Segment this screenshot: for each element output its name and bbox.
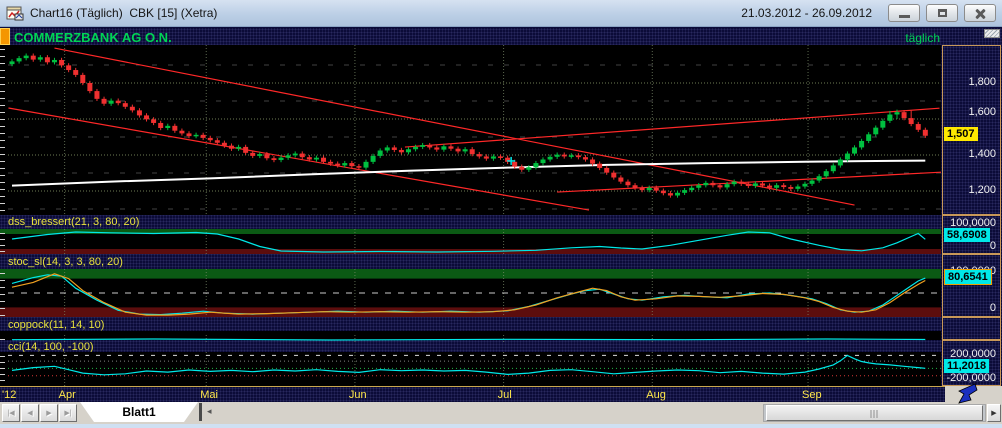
titlebar[interactable]: Chart16 (Täglich) CBK [15] (Xetra) 21.03… <box>0 0 1002 27</box>
close-button[interactable] <box>964 4 996 22</box>
coppock-pane[interactable] <box>0 331 941 344</box>
dss-bressert-pane[interactable] <box>0 229 941 254</box>
dss-axis-bottom: 0 <box>989 240 996 252</box>
x-axis-month-label: Mai <box>200 389 218 401</box>
cci-pane[interactable] <box>0 352 941 386</box>
stochastic-axis-panel: 100,0000 0 80,6541 <box>942 254 1001 317</box>
series-color-marker <box>0 28 10 45</box>
minimize-icon <box>898 15 910 18</box>
restore-button[interactable] <box>926 4 958 22</box>
x-axis-month-label: Jul <box>497 389 512 401</box>
tab-prev-button[interactable]: ◀ <box>21 404 39 422</box>
price-tick-label: 1,600 <box>968 106 996 118</box>
chart-client-area: COMMERZBANK AG O.N. täglich dss_bressert… <box>0 28 1002 402</box>
sheet-tab-bar: |◀ ◀ ▶ ▶| Blatt1 ◂ ▶ <box>0 402 1002 424</box>
scroll-right-button[interactable]: ▶ <box>987 404 1001 422</box>
dss-axis-panel: 100,0000 0 58,6908 <box>942 215 1001 254</box>
x-axis-month-label: Jun <box>348 389 367 401</box>
stoc-axis-bottom: 0 <box>989 302 996 314</box>
cci-axis-bottom: -200,0000 <box>946 372 996 384</box>
chart-application-window: Chart16 (Täglich) CBK [15] (Xetra) 21.03… <box>0 0 1002 428</box>
x-axis-month-label: Sep <box>802 389 822 401</box>
window-title: Chart16 (Täglich) CBK [15] (Xetra) <box>30 6 218 20</box>
x-axis-month-label: Apr <box>58 389 76 401</box>
time-axis: '12 Apr Mai Jun Jul Aug Sep <box>0 386 945 402</box>
indicator-label-stochastic: stoc_sl(14, 3, 3, 80, 20) <box>8 256 123 268</box>
price-tick-label: 1,800 <box>968 76 996 88</box>
stochastic-pane[interactable] <box>0 269 941 317</box>
close-icon <box>975 8 986 19</box>
splitter-handle-icon[interactable] <box>984 29 1000 38</box>
stoc-value-badge: 80,6541 <box>944 269 992 285</box>
tab-strip-end <box>199 403 202 421</box>
axis-corner <box>945 386 1002 402</box>
minimize-button[interactable] <box>888 4 920 22</box>
tab-first-button[interactable]: |◀ <box>2 404 20 422</box>
cci-value-badge: 11,2018 <box>944 359 990 373</box>
x-axis-month-label: Aug <box>646 389 666 401</box>
last-price-badge: 1,507 <box>944 127 978 141</box>
tab-last-button[interactable]: ▶| <box>59 404 77 422</box>
period-label: täglich <box>905 31 940 45</box>
price-axis-panel: 1,800 1,600 1,400 1,200 1,507 <box>942 45 1001 215</box>
indicator-label-coppock: coppock(11, 14, 10) <box>8 319 105 331</box>
instrument-name: COMMERZBANK AG O.N. <box>14 30 172 45</box>
date-range: 21.03.2012 - 26.09.2012 <box>741 6 872 20</box>
cci-axis-panel: 200,0000 -200,0000 11,2018 <box>942 340 1001 386</box>
restore-icon <box>937 9 947 17</box>
tab-next-button[interactable]: ▶ <box>40 404 58 422</box>
chart-window-icon <box>6 6 24 21</box>
x-axis-month-label: '12 <box>2 389 17 401</box>
candlestick-pane[interactable] <box>0 45 947 215</box>
coppock-axis-panel <box>942 317 1001 340</box>
horizontal-scrollbar-thumb[interactable] <box>766 405 983 421</box>
dss-value-badge: 58,6908 <box>944 228 990 242</box>
price-tick-label: 1,200 <box>968 184 996 196</box>
window-bottom-edge <box>0 424 1002 428</box>
tab-split-left-icon[interactable]: ◂ <box>207 406 212 417</box>
indicator-label-dss: dss_bressert(21, 3, 80, 20) <box>8 216 140 228</box>
sheet-tab-blatt1[interactable]: Blatt1 <box>80 402 198 422</box>
price-tick-label: 1,400 <box>968 148 996 160</box>
